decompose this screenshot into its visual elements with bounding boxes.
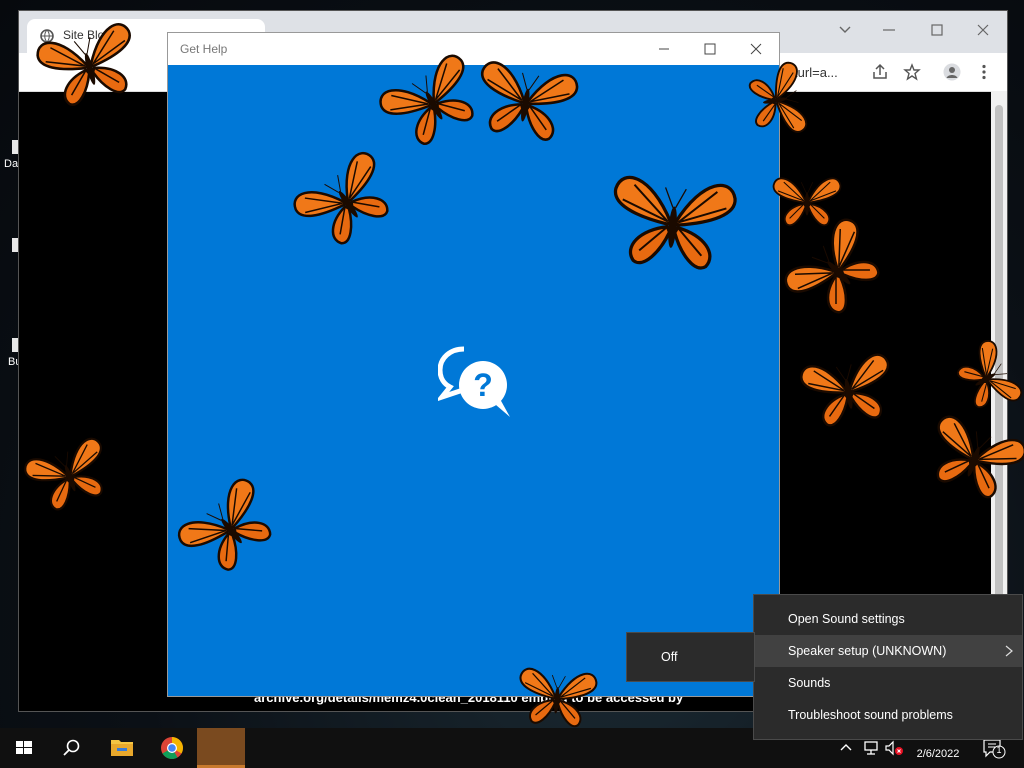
close-icon[interactable]: [734, 36, 778, 62]
sound-context-menu: Open Sound settings Speaker setup (UNKNO…: [753, 594, 1023, 740]
star-icon[interactable]: [903, 63, 921, 81]
butterfly-image: [467, 48, 585, 155]
profile-avatar-icon[interactable]: [943, 63, 961, 81]
menu-item-troubleshoot-sound[interactable]: Troubleshoot sound problems: [754, 699, 1022, 731]
butterfly-image: [594, 164, 752, 281]
title-bar[interactable]: Get Help: [168, 33, 779, 65]
speaker-muted-icon[interactable]: [884, 740, 904, 756]
clock-date[interactable]: 2/6/2022: [903, 748, 973, 760]
search-icon[interactable]: [48, 728, 96, 768]
show-hidden-icons-chevron-icon[interactable]: [838, 740, 854, 756]
window-title: Get Help: [180, 42, 228, 56]
more-menu-icon[interactable]: [975, 63, 993, 81]
butterfly-image: [501, 660, 612, 735]
speaker-setup-submenu: Off: [626, 632, 755, 682]
windows-start-icon[interactable]: [0, 728, 48, 768]
chrome-icon[interactable]: [148, 728, 196, 768]
minimize-icon[interactable]: [642, 36, 686, 62]
menu-item-label: Speaker setup (UNKNOWN): [788, 644, 947, 658]
maximize-icon[interactable]: [917, 17, 957, 43]
file-explorer-icon[interactable]: [98, 728, 146, 768]
svg-text:?: ?: [473, 367, 493, 403]
tab-search-icon[interactable]: [825, 17, 865, 43]
menu-item-open-sound-settings[interactable]: Open Sound settings: [754, 603, 1022, 635]
network-icon[interactable]: [862, 740, 880, 756]
submenu-item-off[interactable]: Off: [627, 641, 754, 673]
share-icon[interactable]: [871, 63, 889, 81]
get-help-logo-icon: ?: [438, 346, 510, 417]
desktop-icon-label: Da: [4, 158, 19, 170]
notification-count: 1: [996, 745, 1002, 755]
maximize-icon[interactable]: [688, 36, 732, 62]
menu-item-speaker-setup[interactable]: Speaker setup (UNKNOWN): [754, 635, 1022, 667]
menu-item-sounds[interactable]: Sounds: [754, 667, 1022, 699]
active-app-button[interactable]: [197, 728, 245, 768]
minimize-icon[interactable]: [869, 17, 909, 43]
chevron-right-icon: [1005, 645, 1013, 657]
close-icon[interactable]: [963, 17, 1003, 43]
